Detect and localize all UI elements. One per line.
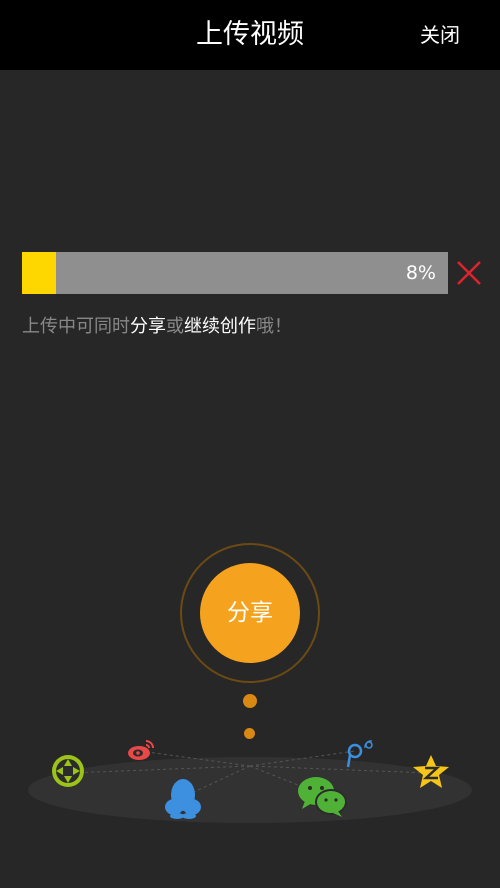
upload-progress-label: 8% — [405, 262, 436, 284]
indicator-dot-1 — [243, 694, 257, 708]
upload-progress-fill — [22, 252, 57, 294]
hint-text-3: 哦！ — [256, 316, 292, 337]
qq-icon[interactable] — [163, 777, 203, 819]
weibo-icon[interactable] — [127, 738, 155, 762]
cancel-upload-icon[interactable] — [455, 259, 483, 287]
title-bar: 上传视频 关闭 — [0, 0, 500, 70]
wechat-icon[interactable] — [296, 775, 348, 817]
upload-progress-bar: 8% — [22, 252, 448, 294]
camera-aperture-icon[interactable] — [51, 754, 85, 788]
share-platform-stage — [0, 735, 500, 845]
hint-highlight-continue: 继续创作 — [184, 316, 256, 337]
qzone-icon[interactable] — [411, 754, 451, 790]
close-button[interactable]: 关闭 — [420, 0, 460, 70]
stage-ellipse — [28, 750, 472, 823]
hint-text-2: 或 — [166, 316, 184, 337]
tencent-weibo-icon[interactable] — [344, 739, 376, 769]
upload-hint: 上传中可同时分享或继续创作哦！ — [22, 312, 292, 338]
share-button[interactable]: 分享 — [200, 563, 300, 663]
hint-text-1: 上传中可同时 — [22, 316, 130, 337]
hint-highlight-share: 分享 — [130, 316, 166, 337]
